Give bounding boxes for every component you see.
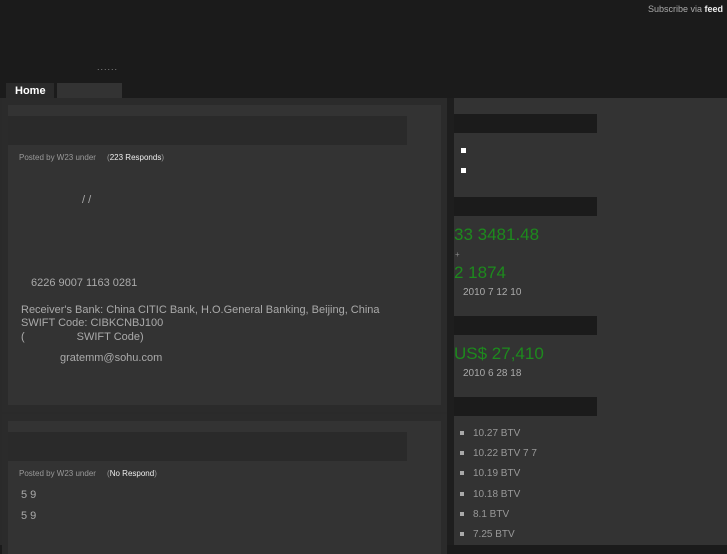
site-tagline: ......	[97, 62, 119, 72]
stat-date: 2010 7 12 10	[463, 287, 522, 298]
widget-header	[454, 197, 597, 216]
subscribe-label: Subscribe via	[647, 4, 702, 14]
bullet-icon	[461, 148, 466, 153]
bullet-icon	[460, 492, 464, 497]
bullet-icon	[460, 471, 464, 476]
sidebar-divider	[447, 98, 454, 545]
price-date: 2010 6 28 18	[463, 368, 522, 379]
feed-link[interactable]: feed	[704, 4, 723, 14]
widget-header	[454, 397, 597, 416]
post-title[interactable]	[8, 432, 407, 461]
post-text: / /	[82, 194, 92, 206]
stat-value-2: 2 1874	[454, 263, 506, 282]
post-text: 5 9	[21, 489, 37, 501]
news-label: 10.22 BTV 7 7	[473, 448, 537, 459]
bullet-icon	[460, 532, 464, 537]
swift-code: SWIFT Code: CIBKCNBJ100	[21, 317, 164, 329]
post-meta: Posted by W23 under (No Respond)	[19, 469, 157, 478]
news-item[interactable]: 10.27 BTV	[460, 428, 520, 439]
responds-link[interactable]: No Respond	[110, 469, 154, 478]
post-author: Posted by W23 under	[19, 469, 96, 478]
news-item[interactable]: 10.19 BTV	[460, 468, 520, 479]
news-item[interactable]: 8.1 BTV	[460, 509, 509, 520]
bank-info: Receiver's Bank: China CITIC Bank, H.O.G…	[21, 304, 380, 316]
widget-header	[454, 316, 597, 335]
bullet-icon	[460, 512, 464, 517]
price-value: US$ 27,410	[454, 344, 544, 363]
news-item[interactable]: 7.25 BTV	[460, 529, 515, 540]
post: Posted by W23 under (No Respond) 5 9 5 9	[2, 414, 447, 554]
bullet-icon	[460, 431, 464, 436]
subscribe-text: Subscribe via feed	[648, 4, 723, 14]
bullet-icon	[460, 451, 464, 456]
swift-note: ( SWIFT Code)	[21, 331, 144, 343]
post-title[interactable]	[8, 116, 407, 145]
post-text: 5 9	[21, 510, 37, 522]
news-label: 7.25 BTV	[473, 529, 515, 540]
post: Posted by W23 under (223 Responds) / / 6…	[2, 98, 447, 412]
responds-link[interactable]: 223 Responds	[110, 153, 162, 162]
widget-header	[454, 114, 597, 133]
stat-value: 33 3481.48	[454, 225, 540, 244]
plus-sign: +	[455, 250, 460, 259]
account-number: 6226 9007 1163 0281	[31, 277, 138, 289]
email: gratemm@sohu.com	[60, 352, 163, 364]
post-meta: Posted by W23 under (223 Responds)	[19, 153, 164, 162]
post-author: Posted by W23 under	[19, 153, 96, 162]
news-label: 8.1 BTV	[473, 509, 510, 520]
news-label: 10.19 BTV	[473, 468, 521, 479]
news-label: 10.18 BTV	[473, 489, 521, 500]
news-item[interactable]: 10.22 BTV 7 7	[460, 448, 537, 459]
sidebar: 33 3481.48 + 2 1874 2010 7 12 10 US$ 27,…	[454, 98, 727, 545]
bullet-icon	[461, 168, 466, 173]
news-label: 10.27 BTV	[473, 428, 521, 439]
news-item[interactable]: 10.18 BTV	[460, 489, 520, 500]
